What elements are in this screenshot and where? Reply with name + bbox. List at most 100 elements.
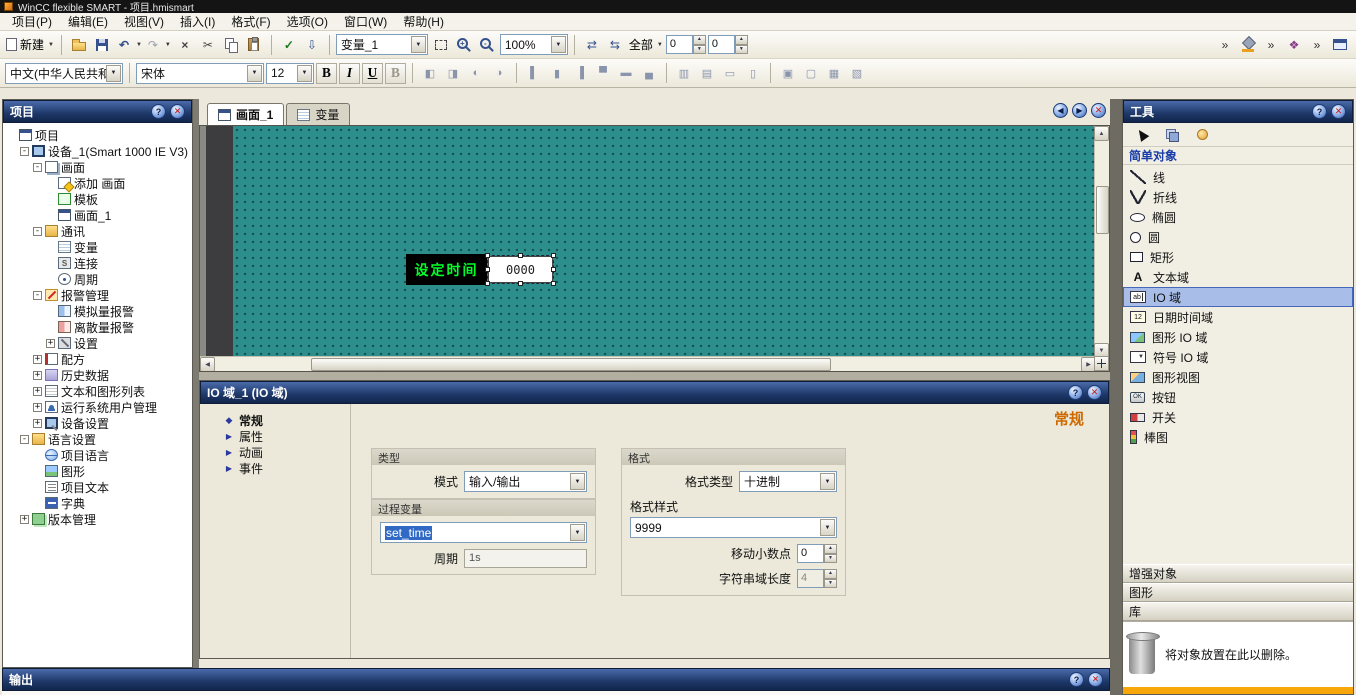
toolbar-button[interactable] — [1191, 124, 1213, 146]
chevron-down-icon[interactable]: ▼ — [820, 473, 835, 490]
help-pin-button[interactable]: ? — [1312, 104, 1327, 119]
tab-scroll-right-button[interactable]: ▶ — [1072, 103, 1087, 118]
simple-objects-section[interactable]: 简单对象 — [1123, 147, 1353, 165]
properties-nav-item[interactable]: 动画 — [200, 444, 350, 460]
tree-item[interactable]: - 通讯 — [5, 223, 192, 239]
tool-item[interactable]: 图形 IO 域 — [1123, 327, 1353, 347]
tree-item[interactable]: 项目文本 — [5, 479, 192, 495]
chevron-down-icon[interactable]: ▼ — [820, 519, 835, 536]
help-pin-button[interactable]: ? — [1069, 672, 1084, 687]
selection-handle[interactable] — [551, 267, 556, 272]
section-bar[interactable]: 增强对象 — [1123, 564, 1353, 583]
tree-item[interactable]: 画面_1 — [5, 207, 192, 223]
toolbar-button[interactable] — [719, 62, 741, 84]
help-pin-button[interactable]: ? — [151, 104, 166, 119]
language-combobox[interactable]: 中文(中华人民共和国) ▼ — [5, 63, 123, 84]
tree-expander[interactable]: - — [33, 227, 42, 236]
tree-item[interactable]: 变量 — [5, 239, 192, 255]
tool-item[interactable]: IO 域 — [1123, 287, 1353, 307]
toolbar-button[interactable] — [673, 62, 695, 84]
properties-nav-item[interactable]: 事件 — [200, 460, 350, 476]
tree-item[interactable]: 图形 — [5, 463, 192, 479]
hmi-io-field[interactable]: 0000 — [488, 256, 553, 283]
toolbar-button[interactable] — [1131, 124, 1153, 146]
selection-handle[interactable] — [518, 281, 523, 286]
tree-item[interactable]: + 历史数据 — [5, 367, 192, 383]
toolbar-button[interactable] — [243, 34, 265, 56]
decimal-shift-value[interactable]: 0 — [797, 544, 824, 563]
tree-expander[interactable]: + — [33, 387, 42, 396]
tree-item[interactable]: 模拟量报警 — [5, 303, 192, 319]
selection-handle[interactable] — [485, 267, 490, 272]
toolbar-button[interactable] — [800, 62, 822, 84]
decimal-shift-spinner[interactable]: 0 ▲▼ — [797, 544, 837, 563]
toolbar-button[interactable] — [1329, 34, 1351, 56]
tree-item[interactable]: - 报警管理 — [5, 287, 192, 303]
y-position-spinner[interactable]: 0 ▲▼ — [708, 35, 748, 54]
toolbar-button[interactable] — [696, 62, 718, 84]
toolbar-button[interactable] — [638, 62, 660, 84]
all-layers-button[interactable]: 全部 ▼ — [628, 34, 664, 56]
toolbar-button[interactable] — [442, 62, 464, 84]
menu-item[interactable]: 项目(P) — [4, 12, 60, 31]
toolbar-button[interactable] — [1283, 34, 1305, 56]
hmi-screen[interactable]: 设定时间 0000 — [233, 126, 1094, 358]
spinner-up-icon[interactable]: ▲ — [824, 544, 837, 554]
close-panel-button[interactable]: ✕ — [1088, 672, 1103, 687]
menu-item[interactable]: 插入(I) — [172, 12, 223, 31]
toolbar-button[interactable] — [278, 34, 300, 56]
tree-item[interactable]: 离散量报警 — [5, 319, 192, 335]
chevron-down-icon[interactable]: ▼ — [411, 36, 426, 53]
toolbar-button[interactable] — [823, 62, 845, 84]
y-position-value[interactable]: 0 — [708, 35, 735, 54]
toolbar-button[interactable] — [615, 62, 637, 84]
tool-item[interactable]: 文本域 — [1123, 267, 1353, 287]
tree-item[interactable]: 项目语言 — [5, 447, 192, 463]
toolbar-button[interactable] — [465, 62, 487, 84]
tree-expander[interactable]: + — [33, 403, 42, 412]
tree-item[interactable]: 字典 — [5, 495, 192, 511]
section-bar[interactable]: 库 — [1123, 602, 1353, 621]
font-combobox[interactable]: 宋体 ▼ — [136, 63, 264, 84]
tree-item[interactable]: 项目 — [5, 127, 192, 143]
toolbar-button[interactable] — [419, 62, 441, 84]
toolbar-button[interactable] — [1237, 34, 1259, 56]
scrollbar-thumb[interactable] — [311, 358, 831, 371]
screen-canvas[interactable]: 设定时间 0000 ▲ ▼ ◀ ▶ — [199, 125, 1110, 372]
toolbar-button[interactable] — [546, 62, 568, 84]
tree-item[interactable]: - 画面 — [5, 159, 192, 175]
tree-item[interactable]: + 版本管理 — [5, 511, 192, 527]
chevron-down-icon[interactable]: ▼ — [106, 65, 121, 82]
spinner-down-icon[interactable]: ▼ — [735, 45, 748, 55]
toolbar-button[interactable] — [592, 62, 614, 84]
toolbar-button[interactable] — [581, 34, 603, 56]
tool-item[interactable]: 折线 — [1123, 187, 1353, 207]
selection-handle[interactable] — [551, 253, 556, 258]
tool-item[interactable]: 图形视图 — [1123, 367, 1353, 387]
tree-item[interactable]: - 设备_1(Smart 1000 IE V3) — [5, 143, 192, 159]
tree-item[interactable]: + 设备设置 — [5, 415, 192, 431]
panel-splitter[interactable] — [1110, 99, 1122, 695]
selection-handle[interactable] — [485, 281, 490, 286]
menu-item[interactable]: 编辑(E) — [60, 12, 116, 31]
toolbar-button[interactable] — [846, 62, 868, 84]
spinner-down-icon[interactable]: ▼ — [693, 45, 706, 55]
tree-expander[interactable]: + — [46, 339, 55, 348]
tree-expander[interactable]: + — [33, 419, 42, 428]
toolbar-button[interactable] — [569, 62, 591, 84]
italic-button[interactable]: I — [339, 63, 360, 84]
properties-nav-item[interactable]: 常规 — [200, 412, 350, 428]
editor-tab[interactable]: 画面_1 — [207, 103, 284, 125]
new-button[interactable]: 新建 ▼ — [5, 34, 55, 56]
tree-item[interactable]: + 运行系统用户管理 — [5, 399, 192, 415]
tree-expander[interactable]: - — [33, 163, 42, 172]
toolbar-button[interactable] — [301, 34, 323, 56]
tool-item[interactable]: 符号 IO 域 — [1123, 347, 1353, 367]
tool-item[interactable]: 圆 — [1123, 227, 1353, 247]
selection-handle[interactable] — [551, 281, 556, 286]
toolbar-button[interactable] — [1214, 34, 1236, 56]
tree-item[interactable]: + 文本和图形列表 — [5, 383, 192, 399]
toolbar-button[interactable] — [220, 34, 242, 56]
scroll-up-icon[interactable]: ▲ — [1094, 126, 1109, 141]
tree-item[interactable]: + 配方 — [5, 351, 192, 367]
